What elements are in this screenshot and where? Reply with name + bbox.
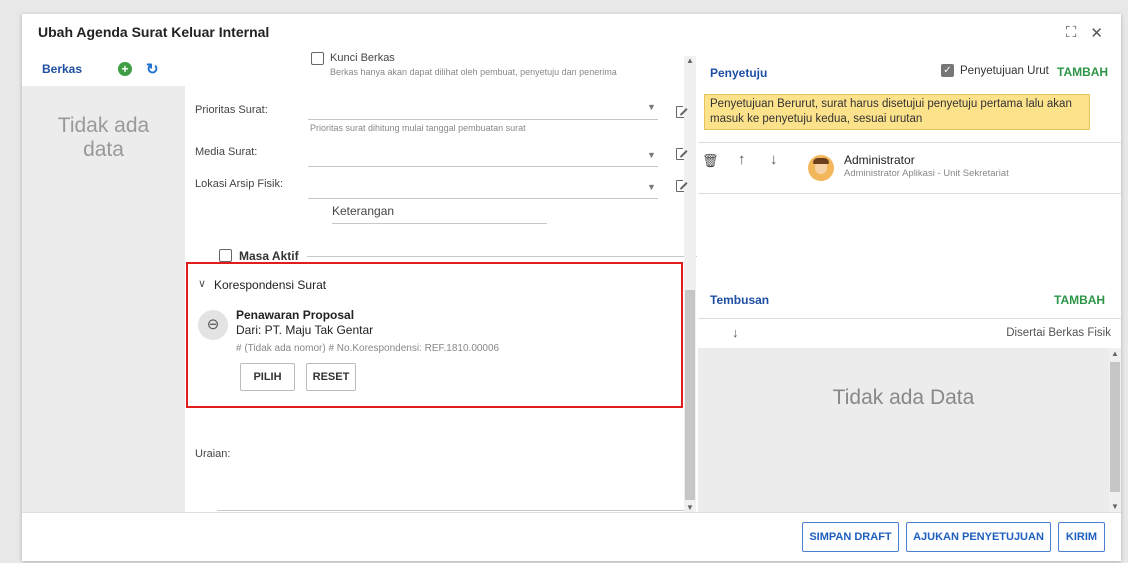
prioritas-label: Prioritas Surat: [195, 104, 268, 116]
korespondensi-from: Dari: PT. Maju Tak Gentar [236, 323, 374, 337]
dialog-title: Ubah Agenda Surat Keluar Internal [38, 24, 270, 40]
form-scrollbar[interactable]: ▲ ▼ [684, 56, 696, 512]
korespondensi-section: ∨ Korespondensi Surat ⊖ Penawaran Propos… [186, 262, 683, 408]
penyetuju-label: Penyetuju [710, 66, 768, 80]
uraian-label: Uraian: [195, 448, 231, 460]
dialog-footer: SIMPAN DRAFT AJUKAN PENYETUJUAN KIRIM [22, 512, 1121, 561]
ajukan-penyetujuan-button[interactable]: AJUKAN PENYETUJUAN [906, 522, 1051, 552]
tambah-tembusan-button[interactable]: TAMBAH [1054, 293, 1105, 307]
berkas-label: Berkas [42, 62, 83, 76]
dialog: Ubah Agenda Surat Keluar Internal ⛶ ✕ Be… [22, 14, 1121, 561]
add-berkas-icon[interactable]: + [118, 62, 132, 76]
simpan-draft-button[interactable]: SIMPAN DRAFT [802, 522, 899, 552]
chevron-down-icon[interactable]: ▼ [647, 102, 656, 112]
masa-aktif-checkbox[interactable] [219, 249, 232, 262]
tambah-penyetuju-button[interactable]: TAMBAH [1057, 65, 1108, 79]
kunci-berkas-label: Kunci Berkas [330, 52, 395, 64]
trash-icon[interactable]: 🗑 [702, 153, 719, 169]
tembusan-empty: Tidak ada Data [832, 386, 975, 409]
lokasi-select[interactable] [308, 198, 658, 199]
column-header-fisik: Disertai Berkas Fisik [1006, 327, 1111, 339]
sequential-notice: Penyetujuan Berurut, surat harus disetuj… [704, 94, 1090, 130]
prioritas-select[interactable] [308, 119, 658, 120]
sort-down-icon[interactable]: ↓ [732, 325, 739, 340]
approver-row: 🗑 ↑ ↓ Administrator Administrator Aplika… [698, 142, 1121, 194]
tembusan-label: Tembusan [710, 293, 770, 307]
korespondensi-meta: # (Tidak ada nomor) # No.Korespondensi: … [236, 343, 500, 354]
korespondensi-name: Penawaran Proposal [236, 308, 355, 322]
berkas-empty: Tidak ada data [57, 114, 150, 161]
kunci-berkas-hint: Berkas hanya akan dapat dilihat oleh pem… [330, 67, 617, 77]
arrow-up-icon[interactable]: ↑ [738, 151, 746, 168]
refresh-icon[interactable]: ↻ [146, 60, 159, 78]
uraian-underline[interactable] [217, 510, 695, 511]
kirim-button[interactable]: KIRIM [1058, 522, 1105, 552]
right-panel: Penyetuju ✓ Penyetujuan Urut TAMBAH Peny… [698, 52, 1121, 512]
link-icon: ⊖ [198, 310, 228, 340]
keterangan-input[interactable]: Keterangan [332, 204, 394, 218]
korespondensi-title[interactable]: Korespondensi Surat [214, 278, 326, 292]
media-label: Media Surat: [195, 146, 258, 158]
masa-aktif-label: Masa Aktif [239, 249, 299, 263]
lokasi-label: Lokasi Arsip Fisik: [195, 178, 284, 190]
approver-name: Administrator [844, 153, 915, 167]
kunci-berkas-checkbox[interactable] [311, 52, 324, 65]
penyetujuan-urut-checkbox[interactable]: ✓ [941, 64, 954, 77]
pilih-button[interactable]: PILIH [240, 363, 295, 391]
penyetujuan-urut-label: Penyetujuan Urut [960, 65, 1049, 77]
fullscreen-icon[interactable]: ⛶ [1066, 24, 1077, 42]
tembusan-scrollbar[interactable]: ▲ ▼ [1109, 348, 1121, 512]
close-icon[interactable]: ✕ [1090, 24, 1103, 42]
chevron-down-icon[interactable]: ∨ [198, 277, 206, 290]
reset-button[interactable]: RESET [306, 363, 356, 391]
tembusan-table: Tidak ada Data ▲ ▼ [698, 348, 1121, 512]
approver-role: Administrator Aplikasi - Unit Sekretaria… [844, 168, 1009, 179]
prioritas-hint: Prioritas surat dihitung mulai tanggal p… [310, 123, 526, 133]
berkas-panel: Berkas + ↻ Tidak ada data [22, 52, 185, 512]
chevron-down-icon[interactable]: ▼ [647, 150, 656, 160]
media-select[interactable] [308, 166, 658, 167]
chevron-down-icon[interactable]: ▼ [647, 182, 656, 192]
divider [307, 256, 697, 257]
arrow-down-icon[interactable]: ↓ [770, 151, 778, 168]
keterangan-underline [332, 223, 547, 224]
avatar [808, 155, 834, 181]
